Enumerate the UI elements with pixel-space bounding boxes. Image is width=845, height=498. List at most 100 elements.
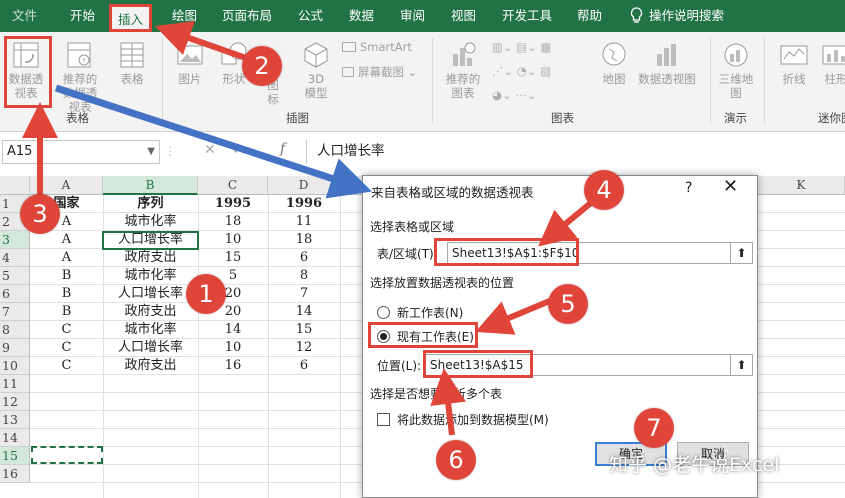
row-header[interactable]: 3 [0,231,30,249]
map-button[interactable]: 地图 [596,40,632,86]
row-header[interactable]: 10 [0,357,30,375]
recommended-pivot-button[interactable]: ? 推荐的数据透视表 [56,40,104,114]
radio-new-worksheet[interactable] [377,306,390,319]
cell[interactable]: 城市化率 [103,213,198,231]
tab-insert[interactable]: 插入 [109,4,153,32]
tab-developer[interactable]: 开发工具 [502,0,552,32]
column-header[interactable]: D [268,176,340,195]
close-icon[interactable]: ✕ [723,176,738,197]
pivot-chart-button[interactable]: 数据透视图 [634,40,700,86]
picture-button[interactable]: 图片 [170,40,210,86]
cell[interactable]: 18 [198,213,268,231]
cell-header[interactable]: 序列 [103,195,198,213]
row-header[interactable]: 16 [0,465,30,483]
row-header[interactable]: 9 [0,339,30,357]
location-field[interactable]: Sheet13!$A$15 ⬆ [425,354,753,376]
tab-data[interactable]: 数据 [349,0,374,32]
cell[interactable]: C [30,357,103,375]
chevron-down-icon[interactable]: ▼ [147,141,155,163]
map-3d-button[interactable]: 三维地图 [716,40,756,100]
row-header[interactable]: 13 [0,411,30,429]
formula-input[interactable]: 人口增长率 [306,140,845,164]
cell[interactable]: 10 [198,231,268,249]
add-to-data-model-checkbox[interactable] [377,413,390,426]
table-button[interactable]: 表格 [112,40,152,86]
tab-formulas[interactable]: 公式 [298,0,323,32]
cell-header[interactable]: 1995 [198,195,268,213]
range-label: 表/区域(T): [377,247,438,261]
column-header[interactable]: B [103,176,198,195]
globe-icon [602,42,626,66]
row-header[interactable]: 8 [0,321,30,339]
select-all-corner[interactable] [0,176,30,195]
tab-file[interactable]: 文件 [12,0,37,32]
help-button[interactable]: ? [685,180,692,196]
cell[interactable]: 10 [198,339,268,357]
cell[interactable]: 14 [198,321,268,339]
tab-view[interactable]: 视图 [451,0,476,32]
cell[interactable]: B [30,267,103,285]
tell-me-search[interactable]: 操作说明搜索 [630,0,724,32]
tab-review[interactable]: 审阅 [400,0,425,32]
sparkline-line-button[interactable]: 折线 [776,40,812,86]
cell[interactable]: 16 [198,357,268,375]
tab-draw[interactable]: 绘图 [172,0,197,32]
tab-home[interactable]: 开始 [70,0,95,32]
row-header[interactable]: 11 [0,375,30,393]
sparkline-column-button[interactable]: 柱形 [818,40,845,86]
cell[interactable]: B [30,285,103,303]
range-field[interactable]: Sheet13!$A$1:$F$10 ⬆ [447,242,753,264]
tab-help[interactable]: 帮助 [577,0,602,32]
insert-function-icon[interactable]: f [280,141,285,157]
row-header[interactable]: 7 [0,303,30,321]
cell[interactable]: 城市化率 [103,321,198,339]
cell[interactable]: A [30,249,103,267]
cell[interactable]: 6 [268,249,340,267]
name-box[interactable]: A15 ▼ [2,140,160,164]
row-header[interactable]: 12 [0,393,30,411]
row-header[interactable]: 4 [0,249,30,267]
cell[interactable]: 政府支出 [103,249,198,267]
cell[interactable]: 15 [268,321,340,339]
cell[interactable]: 7 [268,285,340,303]
cell[interactable]: 11 [268,213,340,231]
column-header[interactable]: K [758,176,845,195]
tab-page-layout[interactable]: 页面布局 [222,0,272,32]
column-header[interactable]: C [198,176,268,195]
recommended-charts-button[interactable]: 推荐的图表 [440,40,486,100]
smartart-button[interactable]: SmartArt [342,40,412,54]
cell[interactable]: 15 [198,249,268,267]
cell[interactable]: 8 [268,267,340,285]
cancel-entry-icon[interactable]: ✕ [204,142,216,158]
line-chart-gallery[interactable]: ⋰⌄ ◔⌄ ▧ [492,64,551,78]
cell[interactable]: 12 [268,339,340,357]
collapse-dialog-icon[interactable]: ⬆ [730,355,752,375]
cell[interactable]: 人口增长率 [103,339,198,357]
row-header[interactable]: 14 [0,429,30,447]
cell[interactable]: 14 [268,303,340,321]
cell[interactable]: 城市化率 [103,267,198,285]
cell[interactable]: 政府支出 [103,357,198,375]
cell[interactable]: 18 [268,231,340,249]
row-header[interactable]: 6 [0,285,30,303]
picture-label: 图片 [178,72,202,86]
row-header[interactable]: 5 [0,267,30,285]
row-header[interactable]: 15 [0,447,30,465]
cell[interactable]: 6 [268,357,340,375]
cell[interactable]: C [30,339,103,357]
cell[interactable]: 人口增长率 [103,285,198,303]
confirm-entry-icon[interactable]: ✓ [232,142,244,158]
recommended-charts-icon [453,42,476,66]
screenshot-button[interactable]: 屏幕截图 ⌄ [342,64,417,80]
cell[interactable]: B [30,303,103,321]
model-3d-button[interactable]: 3D 模型 [296,40,336,100]
column-chart-gallery[interactable]: ▥⌄ ▤⌄ ▦ [492,40,551,54]
column-header[interactable]: A [30,176,103,195]
pivot-table-button[interactable]: 数据透视表 [4,40,48,100]
cell-header[interactable]: 1996 [268,195,340,213]
collapse-dialog-icon[interactable]: ⬆ [730,243,752,263]
cell[interactable]: 政府支出 [103,303,198,321]
radio-existing-worksheet[interactable] [377,330,390,343]
pie-chart-gallery[interactable]: ◕⌄ ⋯⌄ [492,88,536,102]
cell[interactable]: C [30,321,103,339]
